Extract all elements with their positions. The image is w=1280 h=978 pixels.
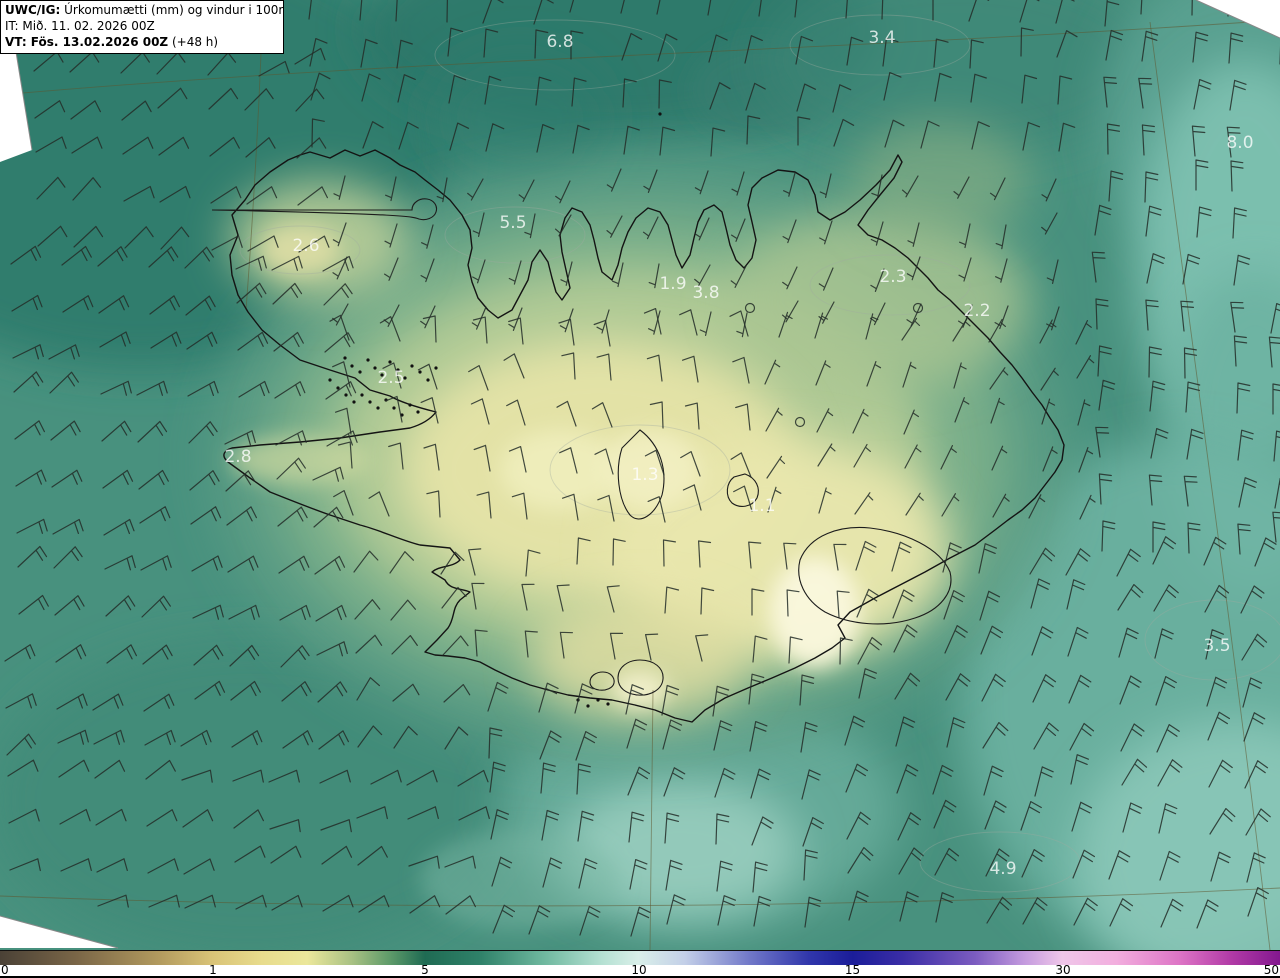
title-line: UWC/IG: Úrkomumætti (mm) og vindur i 100… bbox=[5, 3, 283, 19]
contour-label: 3.8 bbox=[692, 283, 719, 303]
contour-label: 8.0 bbox=[1226, 133, 1253, 153]
weather-map-product: 6.8 3.4 8.0 5.5 2.6 1.9 3.8 2.3 2.2 2.5 2.8 1.3 1.1 3… bbox=[0, 0, 1280, 978]
map-title-box: UWC/IG: Úrkomumætti (mm) og vindur i 100… bbox=[0, 0, 284, 55]
init-time: IT: Mið. 11. 02. 2026 00Z bbox=[5, 18, 155, 33]
contour-label: 2.6 bbox=[292, 236, 319, 256]
contour-label: 2.8 bbox=[224, 447, 251, 467]
contour-label: 6.8 bbox=[546, 32, 573, 52]
valid-offset: (+48 h) bbox=[171, 34, 219, 49]
colorbar-tick-label: 30 bbox=[1055, 963, 1071, 977]
contour-label: 3.5 bbox=[1203, 636, 1230, 656]
contour-label: 1.1 bbox=[748, 496, 775, 516]
product-title: Úrkomumætti (mm) og vindur i 100m hæð bbox=[64, 3, 283, 17]
contour-label: 1.9 bbox=[659, 274, 686, 294]
contour-label: 2.3 bbox=[879, 267, 906, 287]
product-id: UWC/IG: bbox=[5, 3, 61, 17]
weather-map-svg: 6.8 3.4 8.0 5.5 2.6 1.9 3.8 2.3 2.2 2.5 2.8 1.3 1.1 3… bbox=[0, 0, 1280, 950]
colorbar-tick-label: 15 bbox=[844, 963, 861, 977]
colorbar-tick-label: 50 bbox=[1263, 963, 1279, 977]
contour-label: 5.5 bbox=[499, 213, 526, 233]
valid-time: VT: Fös. 13.02.2026 00Z bbox=[5, 34, 169, 49]
colorbar-tick-label: 0 bbox=[1, 963, 9, 977]
contour-label: 4.9 bbox=[989, 859, 1016, 879]
colorbar-tick-label: 5 bbox=[421, 963, 429, 977]
contour-label: 3.4 bbox=[868, 28, 895, 48]
contour-label: 1.3 bbox=[631, 465, 658, 485]
colorbar-tick-label: 1 bbox=[209, 963, 217, 977]
contour-label: 2.2 bbox=[963, 301, 990, 321]
contour-label: 2.5 bbox=[377, 368, 404, 388]
colorbar-labels: 0 1 5 10 15 30 50 bbox=[0, 963, 1280, 978]
colorbar-tick-label: 10 bbox=[631, 963, 647, 977]
valid-time-line: VT: Fös. 13.02.2026 00Z (+48 h) bbox=[5, 35, 278, 51]
colorbar: 0 1 5 10 15 30 50 bbox=[0, 950, 1280, 978]
